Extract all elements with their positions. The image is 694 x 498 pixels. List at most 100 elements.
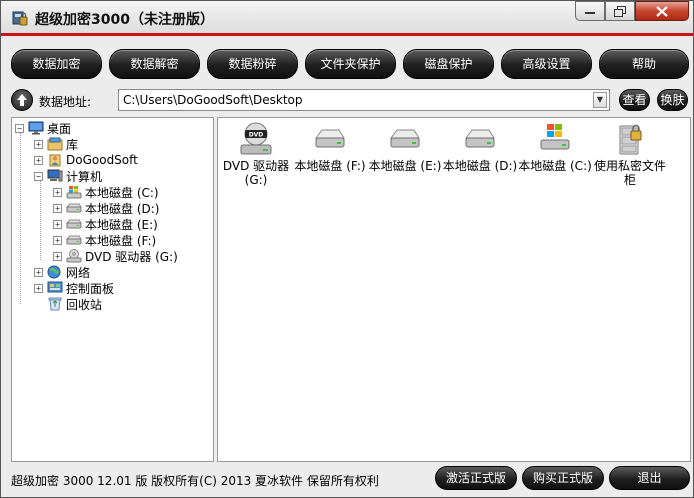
shred-button[interactable]: 数据粉碎 xyxy=(207,49,298,79)
tree-item-label: DoGoodSoft xyxy=(66,153,138,167)
arrow-up-icon xyxy=(17,94,27,106)
expand-toggle[interactable]: + xyxy=(34,139,43,149)
tree-item-label: 网络 xyxy=(66,265,91,280)
exit-button[interactable]: 退出 xyxy=(609,466,690,490)
folder-protect-button[interactable]: 文件夹保护 xyxy=(305,49,396,79)
expand-toggle[interactable]: + xyxy=(53,251,62,261)
file-item-label: DVD 驱动器 (G:) xyxy=(222,159,290,187)
file-item-drive-c[interactable]: 本地磁盘 (C:) xyxy=(517,122,593,173)
title-bar[interactable]: 超级加密3000（未注册版） xyxy=(1,1,693,36)
tree-item-network[interactable]: + 网络 xyxy=(34,264,90,280)
tree-item-label: 库 xyxy=(66,137,79,152)
file-list[interactable]: DVD DVD 驱动器 (G:) 本地磁盘 (F:) 本地磁盘 (E:) 本地磁… xyxy=(217,117,691,462)
expand-toggle[interactable]: + xyxy=(34,267,43,277)
tree-item-drive-f[interactable]: + 本地磁盘 (F:) xyxy=(53,232,156,248)
collapse-toggle[interactable]: − xyxy=(34,171,43,181)
tree-item-control-panel[interactable]: + 控制面板 xyxy=(34,280,114,296)
skin-button[interactable]: 换肤 xyxy=(657,89,688,111)
disk-protect-button[interactable]: 磁盘保护 xyxy=(403,49,494,79)
file-item-private-cabinet[interactable]: 使用私密文件柜 xyxy=(592,122,668,187)
drive-icon xyxy=(465,129,495,148)
user-folder-icon xyxy=(49,154,61,167)
system-drive-icon xyxy=(66,186,82,199)
dvd-drive-icon xyxy=(66,249,82,263)
system-drive-icon xyxy=(540,124,570,150)
address-dropdown-button[interactable]: ▼ xyxy=(593,92,607,108)
chevron-down-icon: ▼ xyxy=(596,95,604,104)
activate-button[interactable]: 激活正式版 xyxy=(435,466,517,490)
restore-icon xyxy=(614,5,626,17)
file-item-label: 本地磁盘 (E:) xyxy=(368,159,442,173)
address-label: 数据地址: xyxy=(39,95,92,109)
drive-icon xyxy=(66,203,82,213)
desktop-icon xyxy=(28,121,44,135)
svg-text:DVD: DVD xyxy=(249,132,264,139)
file-item-drive-e[interactable]: 本地磁盘 (E:) xyxy=(367,122,443,173)
tree-item-drive-e[interactable]: + 本地磁盘 (E:) xyxy=(53,216,158,232)
tree-item-label: 控制面板 xyxy=(66,281,115,296)
expand-toggle[interactable]: + xyxy=(53,203,62,213)
file-item-label: 本地磁盘 (F:) xyxy=(294,159,366,173)
tree-item-label: 回收站 xyxy=(66,297,103,312)
tree-item-label: 本地磁盘 (E:) xyxy=(85,217,158,232)
advanced-settings-button[interactable]: 高级设置 xyxy=(501,49,592,79)
expand-toggle[interactable]: + xyxy=(34,155,43,165)
private-cabinet-icon xyxy=(619,124,642,155)
drive-icon xyxy=(315,129,345,148)
encrypt-button[interactable]: 数据加密 xyxy=(11,49,102,79)
expand-toggle[interactable]: + xyxy=(53,187,62,197)
window-title: 超级加密3000（未注册版） xyxy=(35,12,214,28)
tree-item-libraries[interactable]: + 库 xyxy=(34,136,78,152)
tree-item-computer[interactable]: − 计算机 xyxy=(34,168,102,184)
tree-guide-line xyxy=(20,132,21,304)
tree-item-label: DVD 驱动器 (G:) xyxy=(85,249,178,264)
tree-item-label: 本地磁盘 (C:) xyxy=(85,185,159,200)
recycle-bin-icon xyxy=(48,297,62,311)
tree-guide-line xyxy=(40,180,41,260)
copyright-text: 超级加密 3000 12.01 版 版权所有(C) 2013 夏冰软件 保留所有… xyxy=(11,474,379,488)
tree-item-recycle-bin[interactable]: 回收站 xyxy=(34,296,102,312)
network-icon xyxy=(47,265,61,279)
file-item-label: 使用私密文件柜 xyxy=(593,159,666,187)
decrypt-button[interactable]: 数据解密 xyxy=(109,49,200,79)
control-panel-icon xyxy=(47,281,63,293)
tree-item-user[interactable]: + DoGoodSoft xyxy=(34,152,138,168)
tree-item-label: 本地磁盘 (F:) xyxy=(85,233,157,248)
drive-icon xyxy=(66,235,82,245)
main-toolbar: 数据加密 数据解密 数据粉碎 文件夹保护 磁盘保护 高级设置 帮助 xyxy=(1,49,693,81)
app-logo-icon xyxy=(12,11,28,26)
restore-button[interactable] xyxy=(605,1,635,21)
tree-item-label: 本地磁盘 (D:) xyxy=(85,201,160,216)
up-level-button[interactable] xyxy=(11,89,33,111)
minimize-button[interactable] xyxy=(575,1,605,21)
expand-toggle[interactable]: + xyxy=(53,219,62,229)
dvd-drive-icon: DVD xyxy=(240,122,272,155)
drive-icon xyxy=(66,219,82,229)
tree-item-drive-d[interactable]: + 本地磁盘 (D:) xyxy=(53,200,159,216)
tree-item-label: 计算机 xyxy=(66,169,103,184)
view-button[interactable]: 查看 xyxy=(619,89,650,111)
address-input[interactable]: C:\Users\DoGoodSoft\Desktop xyxy=(118,89,610,111)
file-item-dvd-g[interactable]: DVD DVD 驱动器 (G:) xyxy=(218,122,294,187)
tree-item-label: 桌面 xyxy=(47,121,72,136)
tree-item-desktop[interactable]: − 桌面 xyxy=(15,120,71,136)
close-icon xyxy=(656,5,668,17)
computer-icon xyxy=(47,169,63,182)
expand-toggle[interactable]: + xyxy=(53,235,62,245)
minimize-icon xyxy=(585,12,595,14)
tree-item-dvd-g[interactable]: + DVD 驱动器 (G:) xyxy=(53,248,178,264)
file-item-drive-f[interactable]: 本地磁盘 (F:) xyxy=(292,122,368,173)
library-icon xyxy=(47,137,63,151)
expand-toggle[interactable]: + xyxy=(34,283,43,293)
folder-tree[interactable]: − 桌面 + 库 + DoGoodSoft − 计算机 + 本地磁盘 (C:) … xyxy=(11,117,214,462)
app-window: 超级加密3000（未注册版） 数据加密 数据解密 数据粉碎 文件夹保护 磁盘保护… xyxy=(0,0,694,498)
title-accent-line xyxy=(1,33,693,36)
file-item-label: 本地磁盘 (D:) xyxy=(442,159,518,173)
collapse-toggle[interactable]: − xyxy=(15,123,24,133)
file-item-drive-d[interactable]: 本地磁盘 (D:) xyxy=(442,122,518,173)
buy-button[interactable]: 购买正式版 xyxy=(522,466,604,490)
close-button[interactable] xyxy=(635,1,689,21)
file-item-label: 本地磁盘 (C:) xyxy=(518,159,592,173)
tree-item-drive-c[interactable]: + 本地磁盘 (C:) xyxy=(53,184,159,200)
help-button[interactable]: 帮助 xyxy=(599,49,689,79)
